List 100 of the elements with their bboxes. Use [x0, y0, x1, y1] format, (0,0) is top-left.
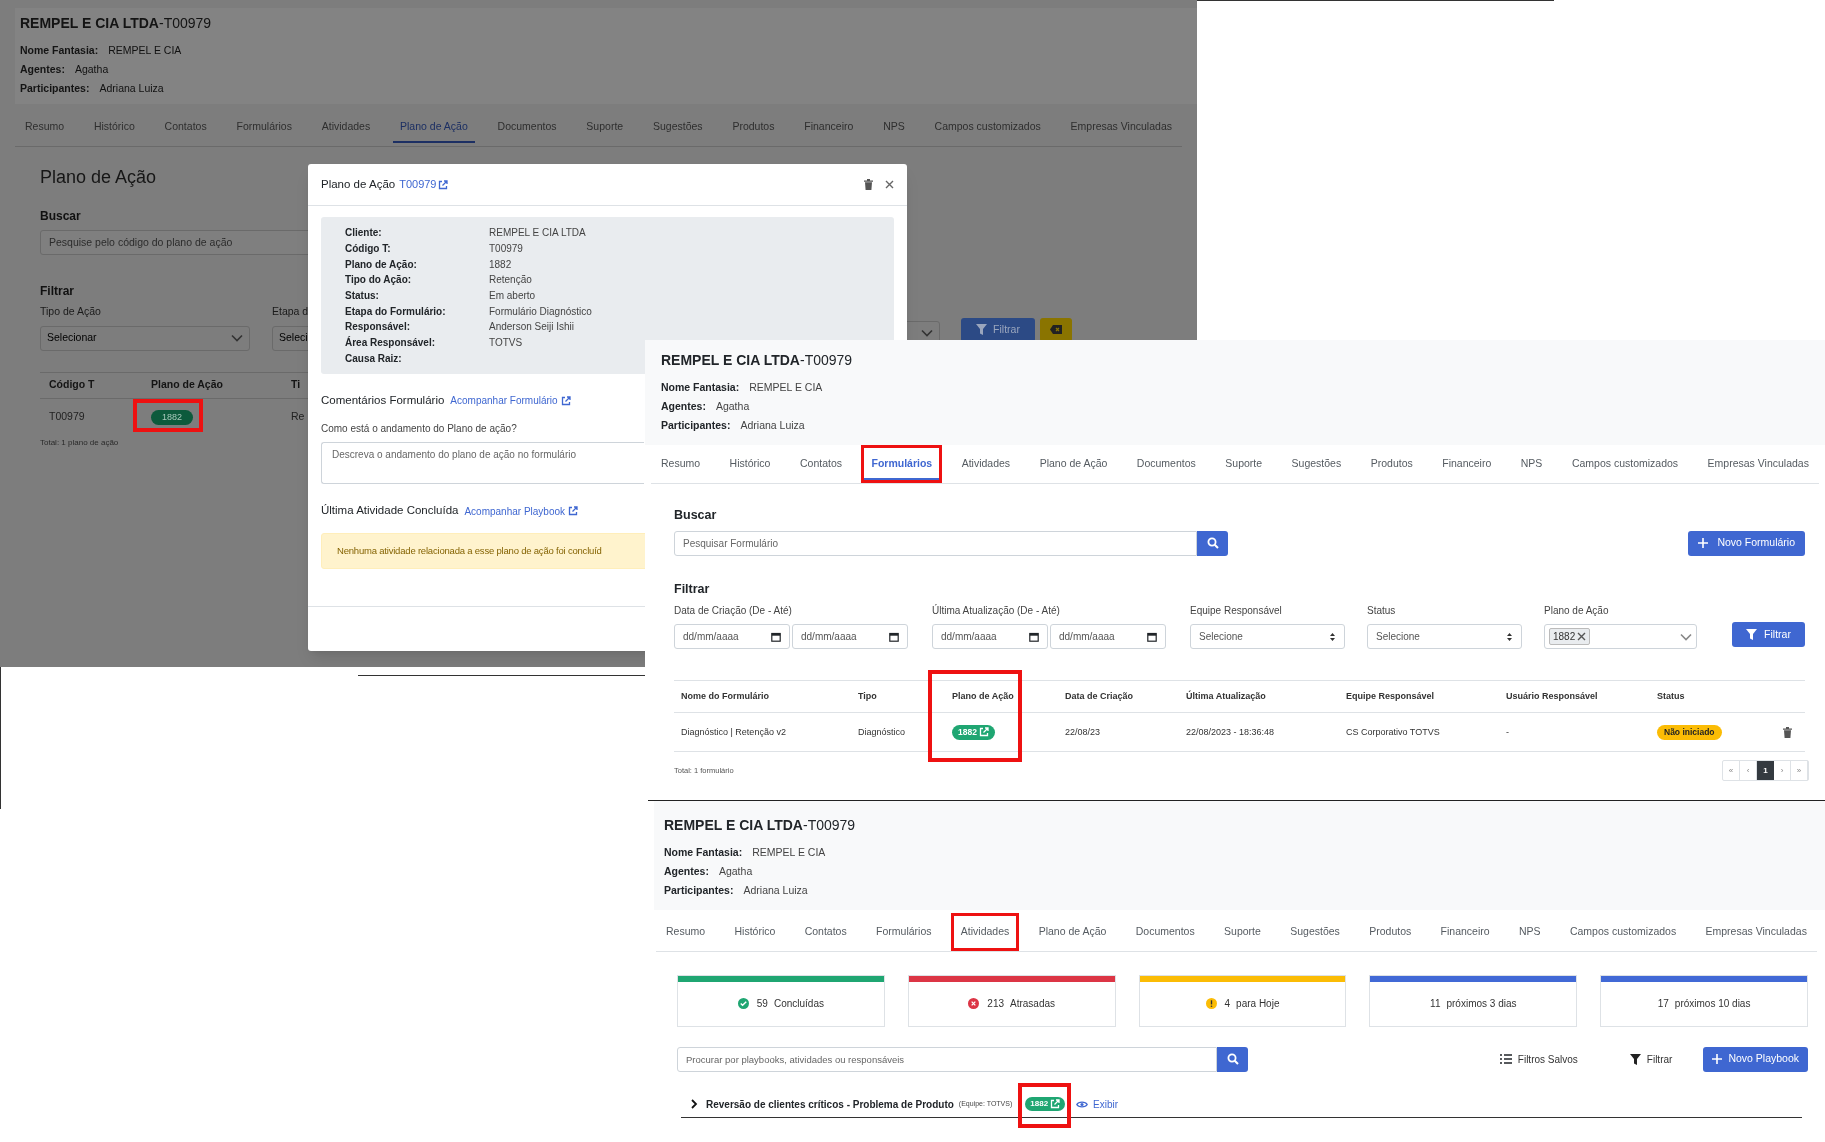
- page-title: Plano de Ação: [40, 165, 157, 189]
- count-value: 4: [1224, 997, 1231, 1012]
- list-icon: [1499, 1054, 1512, 1065]
- detail-label: Código T:: [345, 242, 392, 257]
- tag-chip[interactable]: 1882: [1549, 628, 1591, 646]
- count-label: próximos 3 dias: [1446, 997, 1517, 1012]
- tab[interactable]: Financeiro: [1430, 913, 1500, 951]
- tab[interactable]: Histórico: [719, 445, 781, 483]
- date-field[interactable]: dd/mm/aaaa: [1050, 624, 1166, 650]
- sort-arrows-icon: [1329, 631, 1336, 642]
- tab[interactable]: Campos customizados: [1559, 913, 1687, 951]
- tab[interactable]: Campos customizados: [1561, 445, 1689, 483]
- filter-button[interactable]: Filtrar: [1732, 622, 1805, 648]
- tab[interactable]: Produtos: [1359, 913, 1422, 951]
- modal-title: Plano de Ação: [321, 176, 396, 192]
- filter-icon: [976, 324, 988, 336]
- search-button[interactable]: [1197, 530, 1228, 556]
- section-link[interactable]: Acompanhar Playbook: [464, 503, 579, 519]
- table-cell: CS Corporativo TOTVS: [1339, 713, 1499, 753]
- page-button[interactable]: «: [1723, 761, 1740, 781]
- tab[interactable]: Formulários: [866, 913, 942, 951]
- close-icon: [1577, 632, 1587, 642]
- tab[interactable]: Empresas Vinculadas: [1695, 913, 1817, 951]
- expand-toggle[interactable]: [690, 1099, 698, 1110]
- tab[interactable]: Atividades: [951, 445, 1021, 483]
- field-label: Nome Fantasia:: [661, 381, 740, 393]
- search-button[interactable]: [1217, 1046, 1248, 1072]
- delete-button[interactable]: [1783, 726, 1792, 738]
- tab[interactable]: Sugestões: [1280, 913, 1350, 951]
- plan-badge[interactable]: 1882: [151, 409, 194, 426]
- date-field[interactable]: dd/mm/aaaa: [792, 624, 908, 650]
- column-header: Data de Criação: [1058, 681, 1179, 714]
- detail-label: Tipo do Ação:: [345, 273, 413, 288]
- warning-circle-icon: [1205, 998, 1217, 1010]
- view-link[interactable]: Exibir: [1076, 1096, 1119, 1112]
- date-field[interactable]: dd/mm/aaaa: [932, 624, 1048, 650]
- tab[interactable]: Atividades: [950, 913, 1020, 951]
- clear-filter-button[interactable]: [1040, 317, 1072, 342]
- column-header: Equipe Responsável: [1339, 681, 1499, 714]
- tab[interactable]: NPS: [1509, 913, 1551, 951]
- code-link[interactable]: T00979: [399, 176, 449, 193]
- tab[interactable]: NPS: [1510, 445, 1553, 483]
- tab[interactable]: Sugestões: [1281, 445, 1352, 483]
- trash-icon: [1783, 726, 1792, 738]
- select-field[interactable]: Selecione: [1367, 624, 1522, 650]
- tab[interactable]: Contatos: [794, 913, 857, 951]
- tab[interactable]: Suporte: [1214, 913, 1271, 951]
- section-label: Filtrar: [674, 580, 710, 598]
- tab[interactable]: Empresas Vinculadas: [1697, 445, 1819, 483]
- trash-icon: [864, 179, 873, 190]
- total-count: Total: 1 plano de ação: [40, 436, 119, 449]
- tab[interactable]: Documentos: [1125, 913, 1205, 951]
- select-field[interactable]: Selecione: [1190, 624, 1345, 650]
- table-cell: Diagnóstico | Retenção v2: [674, 713, 851, 753]
- count-value: 11: [1430, 997, 1441, 1012]
- page-button[interactable]: 1: [1757, 761, 1774, 781]
- tab[interactable]: Contatos: [789, 445, 852, 483]
- new-form-button[interactable]: Novo Formulário: [1688, 530, 1805, 556]
- page-button[interactable]: ›: [1774, 761, 1791, 781]
- select-field[interactable]: Selecionar: [40, 325, 250, 351]
- multi-select-field[interactable]: 1882: [1544, 624, 1697, 650]
- comment-field[interactable]: Descreva o andamento do plano de ação no formulário: [321, 442, 644, 485]
- tab[interactable]: Financeiro: [1432, 445, 1502, 483]
- table-cell: 22/08/2023 - 18:36:48: [1179, 713, 1339, 753]
- search-icon: [1226, 1053, 1239, 1066]
- tab[interactable]: Resumo: [651, 445, 711, 483]
- field-label: Participantes:: [20, 82, 90, 94]
- field-label: Status: [1367, 604, 1396, 619]
- question-label: Como está o andamento do Plano de ação?: [321, 422, 517, 437]
- close-button[interactable]: [885, 180, 894, 189]
- tab[interactable]: Produtos: [1360, 445, 1423, 483]
- column-header: Ti: [291, 377, 302, 393]
- search-icon: [1206, 537, 1219, 549]
- tab[interactable]: Histórico: [724, 913, 786, 951]
- search-field[interactable]: Procurar por playbooks, atividades ou responsáveis: [677, 1046, 1217, 1072]
- search-field[interactable]: Pesquisar Formulário: [674, 530, 1197, 556]
- field-value: Adriana Luiza: [740, 419, 805, 431]
- section-title: Última Atividade Concluída: [321, 503, 459, 519]
- saved-filters-button[interactable]: Filtros Salvos: [1499, 1051, 1578, 1067]
- tab[interactable]: Formulários: [861, 445, 943, 483]
- field-label: Tipo de Ação: [40, 303, 101, 319]
- filter-button[interactable]: Filtrar: [961, 317, 1035, 342]
- table-cell: -: [1499, 713, 1650, 753]
- field-value: REMPEL E CIA: [749, 381, 823, 393]
- filter-button[interactable]: Filtrar: [1629, 1051, 1673, 1067]
- chevron-down-icon: [921, 329, 933, 338]
- delete-button[interactable]: [864, 179, 873, 190]
- section-link[interactable]: Acompanhar Formulário: [450, 393, 571, 409]
- column-header: Nome do Formulário: [674, 681, 851, 714]
- tab[interactable]: Resumo: [656, 913, 716, 951]
- tab[interactable]: Plano de Ação: [1029, 445, 1118, 483]
- date-field[interactable]: dd/mm/aaaa: [674, 624, 790, 650]
- column-header: Status: [1650, 681, 1771, 714]
- tab[interactable]: Plano de Ação: [1028, 913, 1117, 951]
- page-button[interactable]: »: [1791, 761, 1808, 781]
- tab[interactable]: Suporte: [1215, 445, 1273, 483]
- new-playbook-button[interactable]: Novo Playbook: [1703, 1046, 1808, 1072]
- tab[interactable]: Documentos: [1126, 445, 1206, 483]
- check-circle-icon: [737, 998, 749, 1010]
- chevron-down-icon: [231, 334, 243, 342]
